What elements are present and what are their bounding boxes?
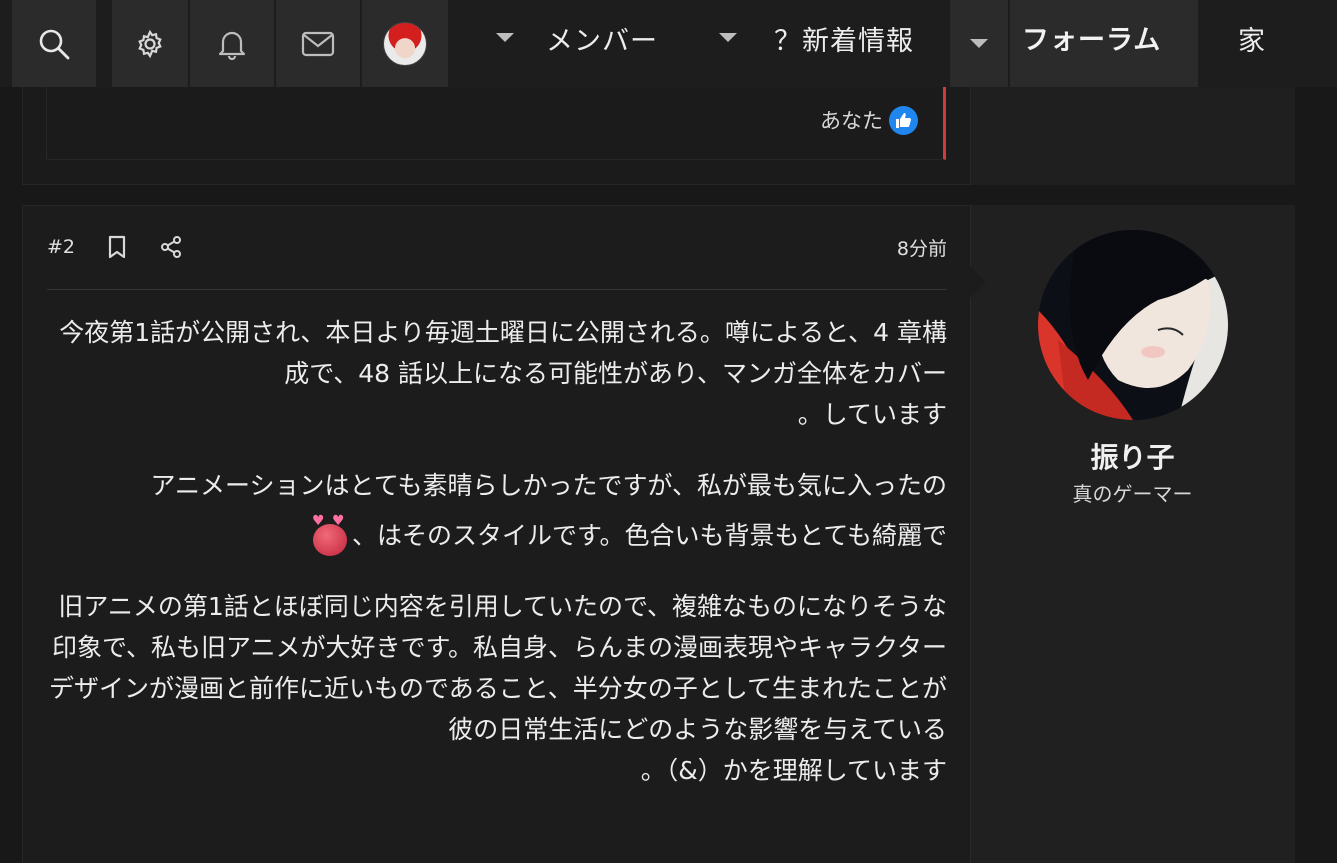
heart-eyes-emoji: ♥ ♥ xyxy=(310,514,350,556)
paragraph-line: ♥ ♥ 、はそのスタイルです。色合いも背景もとても綺麗で xyxy=(47,514,947,556)
post-body: 今夜第1話が公開され、本日より毎週土曜日に公開される。噂によると、4 章構成で、… xyxy=(47,312,947,821)
forum-dropdown-toggle[interactable] xyxy=(950,0,1008,87)
paragraph-text: 旧アニメの第1話とほぼ同じ内容を引用していたので、複雑なものになりそうな印象で、… xyxy=(48,592,947,744)
reaction-summary[interactable]: あなた xyxy=(820,105,918,135)
nav-home[interactable]: 家 xyxy=(1238,0,1266,76)
user-avatar[interactable] xyxy=(1038,230,1228,420)
user-name[interactable]: 振り子 xyxy=(970,436,1295,476)
search-icon xyxy=(37,27,71,61)
paragraph-text: 。（&）かを理解しています xyxy=(640,756,947,785)
previous-post-reactions-bar xyxy=(46,87,946,160)
account-avatar-button[interactable] xyxy=(362,0,448,87)
post-paragraph: 今夜第1話が公開され、本日より毎週土曜日に公開される。噂によると、4 章構成で、… xyxy=(47,312,947,435)
mail-icon xyxy=(301,31,335,57)
whats-new-dropdown-caret[interactable] xyxy=(719,33,737,42)
members-dropdown-caret[interactable] xyxy=(496,33,514,42)
post-permalink[interactable]: #2 xyxy=(47,236,75,258)
settings-button[interactable] xyxy=(112,0,188,87)
paragraph-text: 。しています xyxy=(797,400,947,429)
paragraph-text: アニメーションはとても素晴らしかったですが、私が最も気に入ったの xyxy=(150,471,947,500)
thumbs-up-icon xyxy=(889,105,918,135)
nav-members[interactable]: メンバー xyxy=(546,0,658,76)
nav-forum-label: フォーラム xyxy=(1022,25,1162,56)
post-timestamp[interactable]: 8分前 xyxy=(897,230,947,264)
gear-icon xyxy=(135,29,165,59)
nav-whats-new[interactable]: ？新着情報 xyxy=(774,0,914,76)
bell-icon xyxy=(217,28,247,60)
top-navigation: メンバー ？新着情報 フォーラム 家 xyxy=(0,0,1337,87)
post-header: #2 8分前 xyxy=(47,230,947,264)
paragraph-text: 今夜第1話が公開され、本日より毎週土曜日に公開される。噂によると、4 章構成で、… xyxy=(59,318,947,388)
share-icon[interactable] xyxy=(159,235,183,259)
post-paragraph: 旧アニメの第1話とほぼ同じ内容を引用していたので、複雑なものになりそうな印象で、… xyxy=(47,586,947,791)
post-paragraph: アニメーションはとても素晴らしかったですが、私が最も気に入ったの ♥ ♥ 、はそ… xyxy=(47,465,947,556)
nav-forum-tab[interactable]: フォーラム xyxy=(1010,0,1198,87)
paragraph-text: 、はそのスタイルです。色合いも背景もとても綺麗で xyxy=(351,521,947,550)
notifications-button[interactable] xyxy=(190,0,274,87)
reaction-user: あなた xyxy=(820,109,883,133)
post-header-divider xyxy=(47,289,947,290)
post-pointer-arrow xyxy=(970,266,986,298)
user-title: 真のゲーマー xyxy=(1072,482,1193,506)
search-button[interactable] xyxy=(12,0,96,87)
previous-post-user-column xyxy=(970,87,1295,185)
messages-button[interactable] xyxy=(276,0,360,87)
bookmark-icon[interactable] xyxy=(107,235,127,259)
avatar xyxy=(383,21,427,66)
chevron-down-icon xyxy=(970,39,988,48)
